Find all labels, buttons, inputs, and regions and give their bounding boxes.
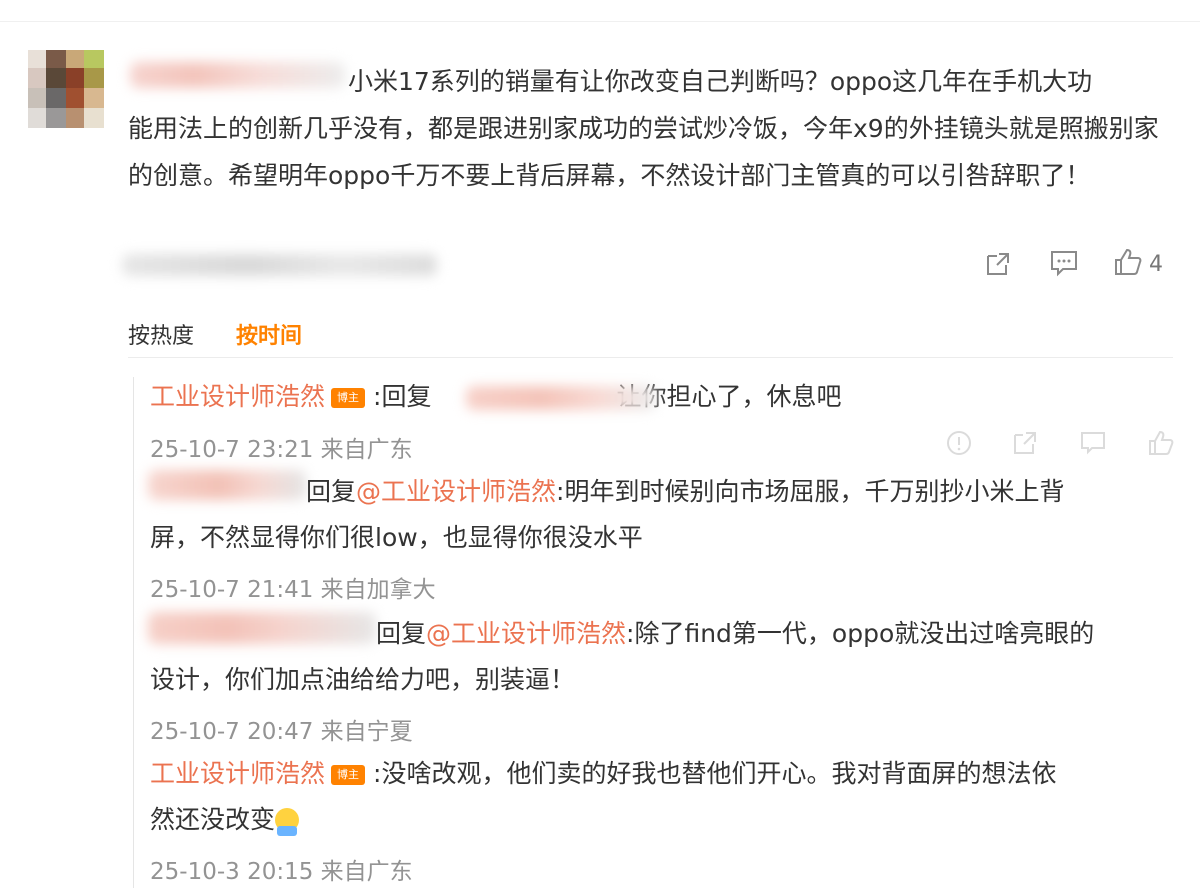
reply-prefix: :回复 — [373, 382, 432, 411]
reply-text-continued: 然还没改变 — [150, 800, 300, 840]
tab-sort-hot[interactable]: 按热度 — [128, 318, 194, 350]
reply-item: 回复@工业设计师浩然:除了find第一代，oppo就没出过啥亮眼的 — [376, 614, 1094, 654]
blogger-badge: 博主 — [331, 388, 366, 408]
comment-icon[interactable] — [1047, 246, 1081, 280]
blogger-badge: 博主 — [331, 765, 366, 785]
thumbs-up-icon — [1113, 247, 1143, 281]
reply-time: 25-10-7 23:21 来自广东 — [150, 437, 413, 463]
mention-link[interactable]: @工业设计师浩然 — [426, 619, 626, 648]
reply-item: 工业设计师浩然 博主 :没啥改观，他们卖的好我也替他们开心。我对背面屏的想法依 — [150, 754, 1056, 794]
reply-author[interactable]: 工业设计师浩然 — [150, 382, 325, 411]
reply-text: :除了find第一代，oppo就没出过啥亮眼的 — [626, 619, 1095, 648]
reply-text: :明年到时候别向市场屈服，千万别抄小米上背 — [556, 477, 1065, 506]
reply-text-continued: 设计，你们加点油给给力吧，别装逼！ — [150, 665, 576, 694]
hug-emoji — [275, 808, 300, 836]
thumbs-up-icon[interactable] — [1148, 430, 1174, 456]
like-button[interactable]: 4 — [1113, 246, 1177, 282]
report-icon[interactable] — [946, 430, 972, 456]
reply-text: :没啥改观，他们卖的好我也替他们开心。我对背面屏的想法依 — [373, 759, 1057, 788]
comment-icon[interactable] — [1080, 430, 1106, 456]
tabs-divider — [128, 357, 1173, 358]
like-count: 4 — [1149, 251, 1163, 277]
blurred-meta — [122, 254, 437, 276]
reply-time: 25-10-3 20:15 来自广东 — [150, 859, 413, 885]
replies-border — [133, 377, 134, 888]
reply-author[interactable]: 工业设计师浩然 — [150, 759, 325, 788]
avatar[interactable] — [28, 50, 104, 128]
reply-prefix: 回复 — [376, 619, 427, 648]
share-icon[interactable] — [982, 248, 1014, 280]
blurred-username[interactable] — [148, 612, 376, 644]
main-comment-text: 小米17系列的销量有让你改变自己判断吗？oppo这几年在手机大功 能用法上的创新… — [128, 67, 1159, 190]
reply-text-continued: 屏，不然显得你们很low，也显得你很没水平 — [150, 523, 643, 552]
tab-sort-time[interactable]: 按时间 — [236, 318, 302, 350]
top-divider — [0, 21, 1200, 22]
mention-link[interactable]: @工业设计师浩然 — [356, 477, 556, 506]
reply-prefix: 回复 — [306, 477, 357, 506]
reply-time: 25-10-7 21:41 来自加拿大 — [150, 577, 436, 603]
reply-item: 回复@工业设计师浩然:明年到时候别向市场屈服，千万别抄小米上背 — [306, 472, 1064, 512]
reply-time: 25-10-7 20:47 来自宁夏 — [150, 719, 413, 745]
share-icon[interactable] — [1012, 430, 1038, 456]
blurred-username[interactable] — [148, 470, 306, 500]
blurred-reply-target — [466, 386, 656, 410]
